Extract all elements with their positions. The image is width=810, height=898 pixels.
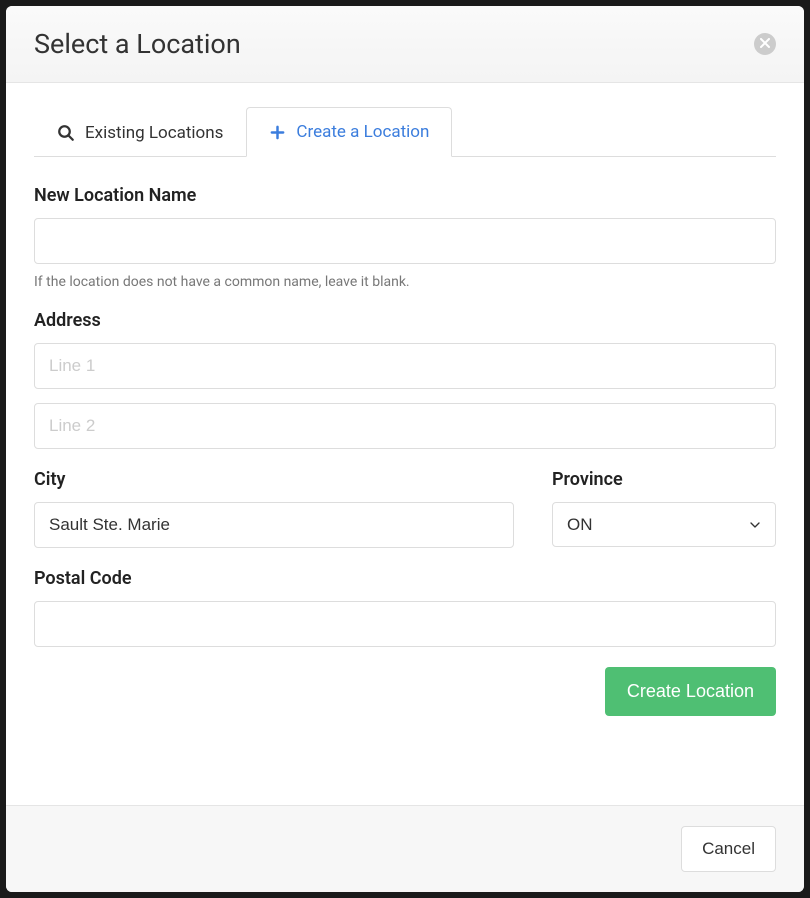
create-location-button[interactable]: Create Location — [605, 667, 776, 716]
province-select[interactable]: ON — [552, 502, 776, 547]
address-group: Address — [34, 310, 776, 449]
tab-create-location[interactable]: Create a Location — [246, 107, 452, 157]
postal-code-input[interactable] — [34, 601, 776, 647]
postal-code-label: Postal Code — [34, 568, 776, 589]
province-label: Province — [552, 469, 776, 490]
close-button[interactable] — [754, 33, 776, 55]
location-name-label: New Location Name — [34, 185, 776, 206]
location-name-group: New Location Name If the location does n… — [34, 185, 776, 290]
address-label: Address — [34, 310, 776, 331]
modal-header: Select a Location — [6, 6, 804, 83]
city-province-row: City Province ON — [34, 469, 776, 568]
location-name-help: If the location does not have a common n… — [34, 274, 776, 290]
modal-body: Existing Locations Create a Location New… — [6, 83, 804, 805]
address-line1-input[interactable] — [34, 343, 776, 389]
address-line2-input[interactable] — [34, 403, 776, 449]
tab-label-existing: Existing Locations — [85, 123, 223, 143]
city-group: City — [34, 469, 514, 548]
location-name-input[interactable] — [34, 218, 776, 264]
form-actions: Create Location — [34, 667, 776, 716]
modal-title: Select a Location — [34, 28, 241, 60]
postal-code-group: Postal Code — [34, 568, 776, 647]
city-input[interactable] — [34, 502, 514, 548]
search-icon — [57, 124, 75, 142]
cancel-button[interactable]: Cancel — [681, 826, 776, 872]
create-location-form: New Location Name If the location does n… — [34, 185, 776, 716]
modal-footer: Cancel — [6, 805, 804, 892]
close-icon — [760, 37, 770, 51]
select-location-modal: Select a Location Existing Locations Cre… — [6, 6, 804, 892]
tab-label-create: Create a Location — [296, 122, 429, 142]
plus-icon — [269, 124, 286, 141]
tabs: Existing Locations Create a Location — [34, 107, 776, 157]
province-group: Province ON — [552, 469, 776, 548]
tab-existing-locations[interactable]: Existing Locations — [34, 107, 246, 157]
city-label: City — [34, 469, 514, 490]
